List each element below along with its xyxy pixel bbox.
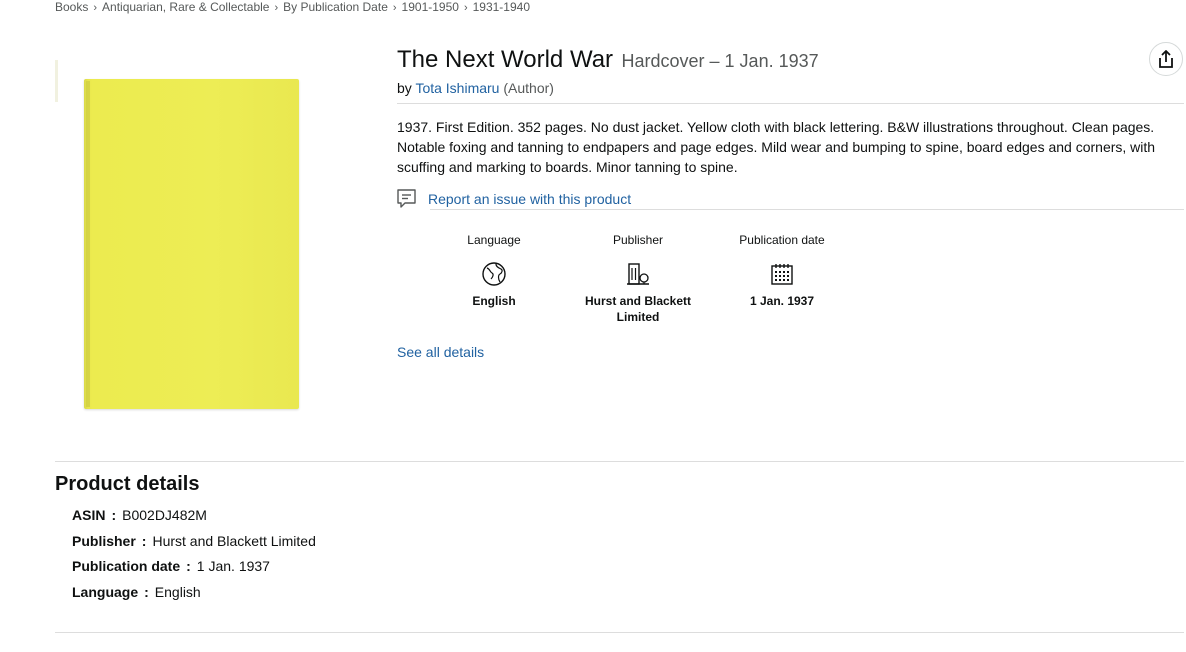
author-link[interactable]: Tota Ishimaru [415,80,499,96]
breadcrumb-item-1931-1940[interactable]: 1931-1940 [473,0,530,14]
product-description: 1937. First Edition. 352 pages. No dust … [397,119,1156,175]
breadcrumb-item-books[interactable]: Books [55,0,88,14]
detail-separator: : [144,583,149,600]
breadcrumb-item-by-publication-date[interactable]: By Publication Date [283,0,388,14]
attribute-value: Hurst and Blackett Limited [584,294,692,324]
feedback-icon [397,189,416,208]
breadcrumb-separator: › [463,2,468,14]
report-divider [430,209,1184,210]
attribute-publisher: Publisher Hurst and Blackett Limited [566,232,710,325]
detail-separator: : [141,532,147,549]
product-title: The Next World War [397,46,614,73]
breadcrumb-item-antiquarian[interactable]: Antiquarian, Rare & Collectable [102,0,269,14]
product-details-heading: Product details [55,473,200,495]
detail-row-language: Language: English [72,582,316,608]
breadcrumb-separator: › [93,2,98,14]
detail-key: Publication date [72,558,181,574]
detail-row-asin: ASIN: B002DJ482M [72,505,316,531]
breadcrumb: Books › Antiquarian, Rare & Collectable › By… [55,0,530,14]
product-format-date: Hardcover – 1 Jan. 1937 [621,51,819,71]
attribute-value: 1 Jan. 1937 [749,294,815,308]
product-details-list: ASIN: B002DJ482M Publisher: Hurst and Blac… [72,505,316,607]
calendar-icon [771,264,793,285]
detail-key: Language [72,583,139,600]
book-cover-image[interactable] [84,79,299,409]
report-issue-label[interactable]: Report an issue with this product [428,191,631,207]
detail-separator: : [111,507,117,523]
byline-prefix: by [397,80,412,96]
product-attributes-carousel: Language English Publisher Hurst and Bla… [422,232,854,325]
byline: by Tota Ishimaru (Author) [397,80,554,96]
detail-row-publisher: Publisher: Hurst and Blackett Limited [72,531,316,557]
breadcrumb-item-1901-1950[interactable]: 1901-1950 [402,0,459,14]
product-title-row: The Next World War Hardcover – 1 Jan. 19… [397,46,819,74]
attribute-value: English [472,294,516,308]
breadcrumb-separator: › [274,2,279,14]
attribute-label: Language [467,233,521,247]
see-all-details-link[interactable]: See all details [397,344,484,360]
detail-value: English [154,583,201,600]
attribute-label: Publisher [612,233,664,247]
attribute-label: Publication date [739,233,825,247]
detail-key: Publisher [72,532,136,549]
detail-value: 1 Jan. 1937 [196,558,270,574]
building-icon [627,263,649,285]
breadcrumb-separator: › [392,2,397,14]
bottom-divider [55,632,1184,633]
detail-value: Hurst and Blackett Limited [152,532,316,549]
attribute-language: Language English [422,232,566,325]
detail-separator: : [186,558,191,574]
image-thumbnail-edge [55,60,58,102]
detail-row-publication-date: Publication date:1 Jan. 1937 [72,556,316,582]
title-divider [397,103,1184,104]
share-button[interactable] [1149,42,1183,76]
author-role: (Author) [503,80,554,96]
section-divider [55,461,1184,462]
detail-key: ASIN [72,507,106,523]
globe-icon [482,262,506,286]
attribute-publication-date: Publication date 1 Jan. 1937 [710,232,854,325]
detail-value: B002DJ482M [122,507,207,523]
report-issue-link[interactable]: Report an issue with this product [397,189,631,208]
share-icon [1159,50,1173,68]
product-image-container[interactable] [55,60,315,420]
